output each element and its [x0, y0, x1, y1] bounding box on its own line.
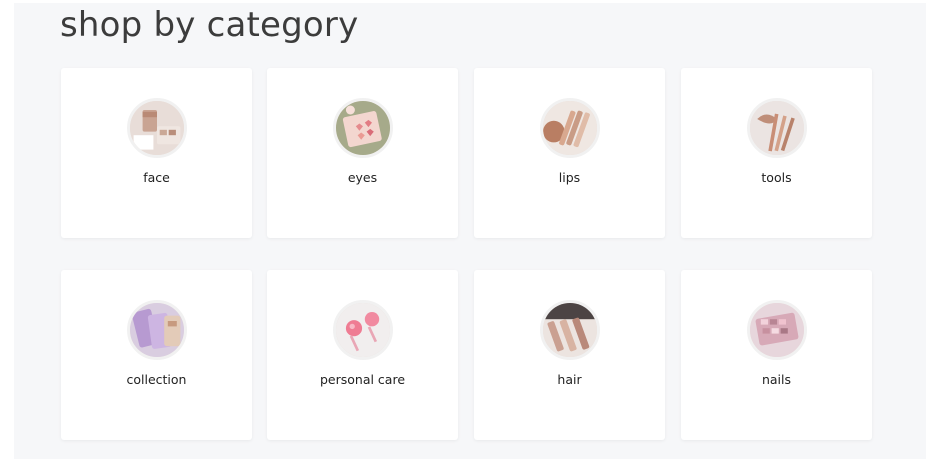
category-label: face: [143, 170, 170, 185]
eyes-category-thumbnail: [333, 98, 393, 158]
category-label: hair: [557, 372, 582, 387]
category-section: shop by category face eyes lips tools co…: [14, 3, 926, 459]
category-label: tools: [761, 170, 792, 185]
eyes-image-icon: [336, 101, 390, 155]
category-label: collection: [126, 372, 187, 387]
personal-care-image-icon: [336, 303, 390, 357]
collection-image-icon: [130, 303, 184, 357]
tools-image-icon: [750, 101, 804, 155]
category-card-personal-care[interactable]: personal care: [267, 270, 458, 440]
section-title: shop by category: [60, 5, 359, 45]
category-card-collection[interactable]: collection: [61, 270, 252, 440]
collection-category-thumbnail: [127, 300, 187, 360]
nails-image-icon: [750, 303, 804, 357]
category-label: nails: [761, 372, 792, 387]
category-card-tools[interactable]: tools: [681, 68, 872, 238]
category-card-lips[interactable]: lips: [474, 68, 665, 238]
category-label: personal care: [319, 372, 406, 387]
category-label: lips: [558, 170, 581, 185]
category-label: eyes: [347, 170, 378, 185]
tools-category-thumbnail: [747, 98, 807, 158]
category-card-nails[interactable]: nails: [681, 270, 872, 440]
hair-image-icon: [543, 303, 597, 357]
face-category-thumbnail: [127, 98, 187, 158]
personal-care-category-thumbnail: [333, 300, 393, 360]
category-card-face[interactable]: face: [61, 68, 252, 238]
lips-image-icon: [543, 101, 597, 155]
category-card-hair[interactable]: hair: [474, 270, 665, 440]
nails-category-thumbnail: [747, 300, 807, 360]
hair-category-thumbnail: [540, 300, 600, 360]
face-image-icon: [130, 101, 184, 155]
category-card-eyes[interactable]: eyes: [267, 68, 458, 238]
lips-category-thumbnail: [540, 98, 600, 158]
